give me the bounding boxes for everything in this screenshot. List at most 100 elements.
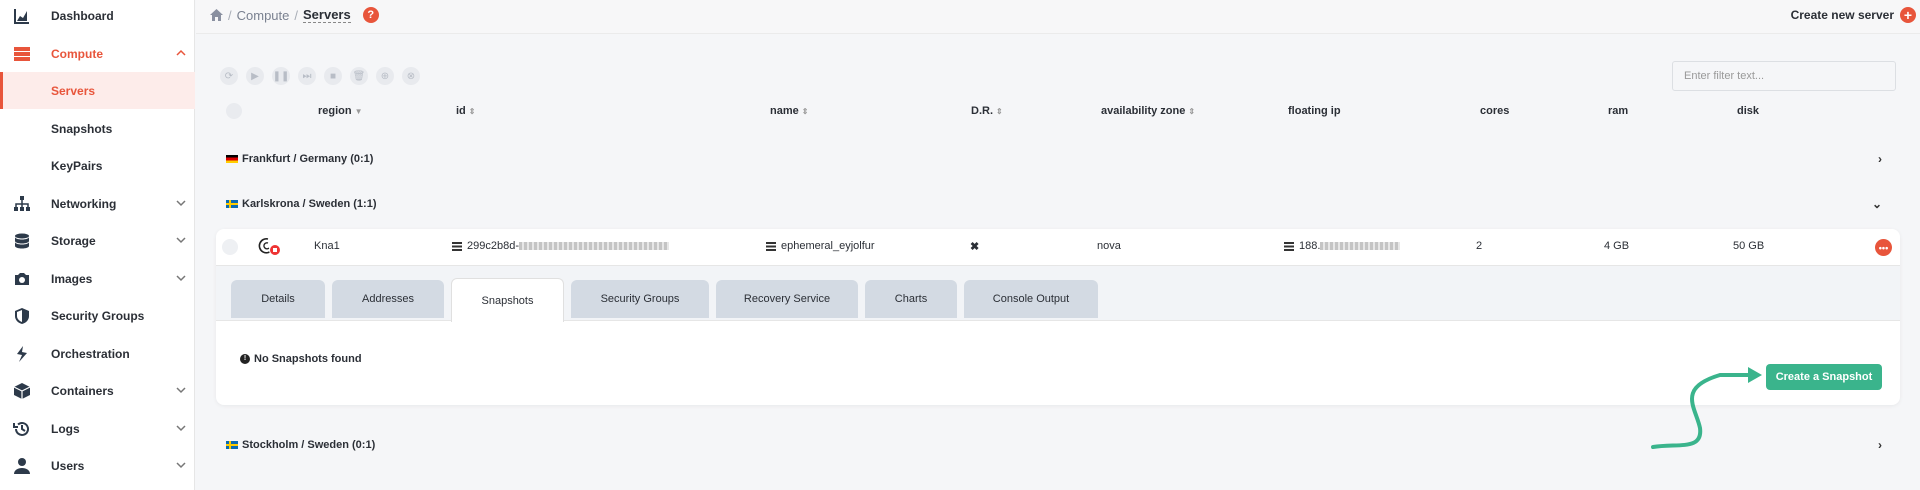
help-icon[interactable]: ? [362, 7, 379, 23]
region-group-label: Frankfurt / Germany (0:1) [242, 153, 374, 165]
chevron-right-icon[interactable]: › [1878, 152, 1882, 166]
server-icon [14, 47, 30, 61]
pause-icon[interactable]: ❚❚ [272, 67, 290, 85]
header-dr[interactable]: D.R. ⇕ [971, 105, 1003, 117]
ip-text: 188. [1299, 240, 1321, 252]
sidebar-item-storage[interactable]: Storage [0, 222, 195, 259]
sidebar-item-users[interactable]: Users [0, 447, 195, 484]
stopped-status-icon [269, 244, 281, 256]
sidebar-item-dashboard[interactable]: Dashboard [0, 0, 195, 34]
header-disk: disk [1737, 105, 1759, 117]
sidebar-item-keypairs[interactable]: KeyPairs [0, 147, 195, 184]
chevron-down-icon [176, 387, 186, 394]
chart-icon [14, 9, 29, 24]
sort-icon: ⇕ [1188, 106, 1196, 116]
sort-icon: ⇕ [801, 106, 809, 116]
header-name[interactable]: name ⇕ [770, 105, 808, 117]
header-label: availability zone [1101, 105, 1186, 117]
breadcrumb: / Compute / Servers ? [210, 7, 379, 23]
database-icon [15, 233, 29, 249]
breadcrumb-compute[interactable]: Compute [237, 8, 290, 23]
header-label: cores [1480, 105, 1510, 117]
header-floating-ip: floating ip [1288, 105, 1341, 117]
id-text: 299c2b8d- [467, 240, 519, 252]
play-icon[interactable]: ▶ [246, 67, 264, 85]
sidebar-item-label: Compute [51, 46, 103, 61]
create-new-server-label: Create new server [1790, 8, 1894, 22]
sidebar-item-images[interactable]: Images [0, 260, 195, 297]
lifebuoy-icon[interactable]: ⊕ [376, 67, 394, 85]
chevron-down-icon[interactable]: ⌄ [1872, 197, 1882, 211]
cell-region: Kna1 [314, 240, 340, 252]
empty-state-message: ! No Snapshots found [240, 353, 362, 365]
header-label: D.R. [971, 105, 993, 117]
list-icon [1284, 241, 1294, 251]
name-text: ephemeral_eyjolfur [781, 240, 875, 252]
chevron-down-icon [176, 200, 186, 207]
sort-desc-icon: ▼ [354, 106, 363, 116]
tab-security-groups[interactable]: Security Groups [571, 280, 709, 318]
header-label: ram [1608, 105, 1629, 117]
header-label: floating ip [1288, 105, 1341, 117]
header-availability-zone[interactable]: availability zone ⇕ [1101, 105, 1195, 117]
sidebar-item-snapshots[interactable]: Snapshots [0, 110, 195, 147]
server-detail-tabs: Details Addresses Snapshots Security Gro… [216, 265, 1900, 322]
region-group-frankfurt[interactable]: Frankfurt / Germany (0:1) › [220, 146, 1896, 172]
skip-icon[interactable]: ⏭ [298, 67, 316, 85]
table-row[interactable]: Kna1 299c2b8d- ephemeral_eyjolfur ✖ nova… [216, 229, 1900, 265]
settings-icon[interactable]: ⊗ [402, 67, 420, 85]
sidebar-item-networking[interactable]: Networking [0, 185, 195, 222]
home-icon[interactable] [210, 9, 223, 21]
breadcrumb-servers: Servers [303, 7, 351, 23]
sidebar-item-orchestration[interactable]: Orchestration [0, 335, 195, 372]
tab-recovery-service[interactable]: Recovery Service [716, 280, 858, 318]
sweden-flag-icon [226, 200, 238, 208]
stop-icon[interactable]: ■ [324, 67, 342, 85]
cell-disk: 50 GB [1733, 240, 1765, 252]
region-group-label: Stockholm / Sweden (0:1) [242, 439, 376, 451]
cell-id[interactable]: 299c2b8d- [452, 240, 669, 252]
chevron-up-icon [176, 49, 186, 56]
row-checkbox[interactable] [222, 239, 238, 255]
sidebar-item-servers[interactable]: Servers [0, 72, 195, 109]
select-all-checkbox[interactable] [226, 103, 242, 119]
region-group-karlskrona[interactable]: Karlskrona / Sweden (1:1) ⌄ [220, 191, 1896, 217]
orchestration-icon [17, 346, 27, 362]
sidebar-item-label: Dashboard [51, 8, 114, 23]
cell-name[interactable]: ephemeral_eyjolfur [766, 240, 875, 252]
sort-icon: ⇕ [996, 106, 1003, 116]
tab-console-output[interactable]: Console Output [964, 280, 1098, 318]
trash-icon[interactable]: 🗑 [350, 67, 368, 85]
tab-snapshots[interactable]: Snapshots [451, 278, 564, 322]
sidebar-item-containers[interactable]: Containers [0, 372, 195, 409]
camera-icon [15, 273, 29, 285]
tab-addresses[interactable]: Addresses [332, 280, 444, 318]
chevron-down-icon [176, 237, 186, 244]
redacted-text [519, 242, 669, 250]
redacted-text [1320, 242, 1401, 250]
sidebar-item-compute[interactable]: Compute [0, 35, 195, 72]
sort-icon: ⇕ [468, 106, 476, 116]
create-new-server-button[interactable]: Create new server + [1791, 7, 1916, 23]
region-group-stockholm[interactable]: Stockholm / Sweden (0:1) › [220, 432, 1896, 458]
header-label: region [318, 105, 352, 117]
header-region[interactable]: region ▼ [318, 105, 363, 117]
sidebar-item-label: Servers [51, 83, 96, 98]
sidebar-item-logs[interactable]: Logs [0, 410, 195, 447]
annotation-arrow-icon [1651, 367, 1762, 449]
sidebar-item-label: Networking [51, 196, 117, 211]
germany-flag-icon [226, 155, 238, 163]
chevron-right-icon[interactable]: › [1878, 438, 1882, 452]
create-snapshot-button[interactable]: Create a Snapshot [1766, 364, 1882, 390]
sidebar-item-label: Users [51, 458, 85, 473]
cell-floating-ip[interactable]: 188. [1284, 240, 1401, 252]
tab-charts[interactable]: Charts [865, 280, 957, 318]
tab-details[interactable]: Details [231, 280, 325, 318]
filter-input[interactable] [1672, 61, 1896, 91]
refresh-icon[interactable]: ⟳ [220, 67, 238, 85]
header-id[interactable]: id ⇕ [456, 105, 475, 117]
box-icon [13, 383, 31, 399]
more-actions-button[interactable]: ••• [1875, 239, 1892, 256]
sidebar-item-security-groups[interactable]: Security Groups [0, 297, 195, 334]
network-icon [14, 196, 30, 211]
